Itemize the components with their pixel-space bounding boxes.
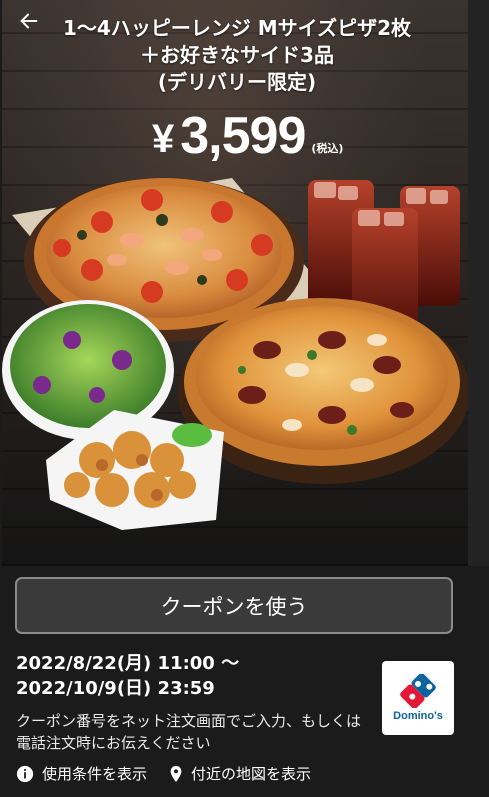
pizza-set-photo [2,178,468,530]
coupon-screen: 1～4ハッピーレンジ Mサイズピザ2枚 ＋お好きなサイド3品 (デリバリー限定)… [0,0,489,797]
coupon-hero-image: 1～4ハッピーレンジ Mサイズピザ2枚 ＋お好きなサイド3品 (デリバリー限定)… [2,0,468,566]
map-link[interactable]: 付近の地図を表示 [169,763,311,784]
use-coupon-button[interactable]: クーポンを使う [15,577,453,634]
footer-links: 使用条件を表示 付近の地図を表示 [16,763,333,784]
currency-symbol: ¥ [152,117,175,161]
terms-link-label: 使用条件を表示 [42,765,148,783]
dominos-logo: Domino's [382,661,454,735]
info-icon [16,765,34,782]
terms-link[interactable]: 使用条件を表示 [16,763,147,784]
map-link-label: 付近の地図を表示 [191,765,312,783]
coupon-title-line3: (デリバリー限定) [157,70,317,94]
back-arrow-icon[interactable] [18,10,40,32]
location-pin-icon [170,765,182,782]
coupon-title: 1～4ハッピーレンジ Mサイズピザ2枚 ＋お好きなサイド3品 (デリバリー限定) [62,15,412,96]
domino-tile-icon [400,674,436,708]
valid-from: 2022/8/22(月) 11:00 ～ [16,653,240,674]
coupon-title-line2: ＋お好きなサイド3品 [140,43,334,67]
tax-note: (税込) [311,142,344,155]
coupon-instructions: クーポン番号をネット注文画面でご入力、もしくは電話注文時にお伝えください [16,712,362,752]
logo-text: Domino's [393,710,443,722]
price-amount: 3,599 [180,107,306,165]
coupon-title-line1: 1～4ハッピーレンジ Mサイズピザ2枚 [62,16,411,40]
price: ¥ 3,599 (税込) [152,107,344,165]
right-edge [468,0,489,566]
valid-until: 2022/10/9(日) 23:59 [16,678,215,699]
